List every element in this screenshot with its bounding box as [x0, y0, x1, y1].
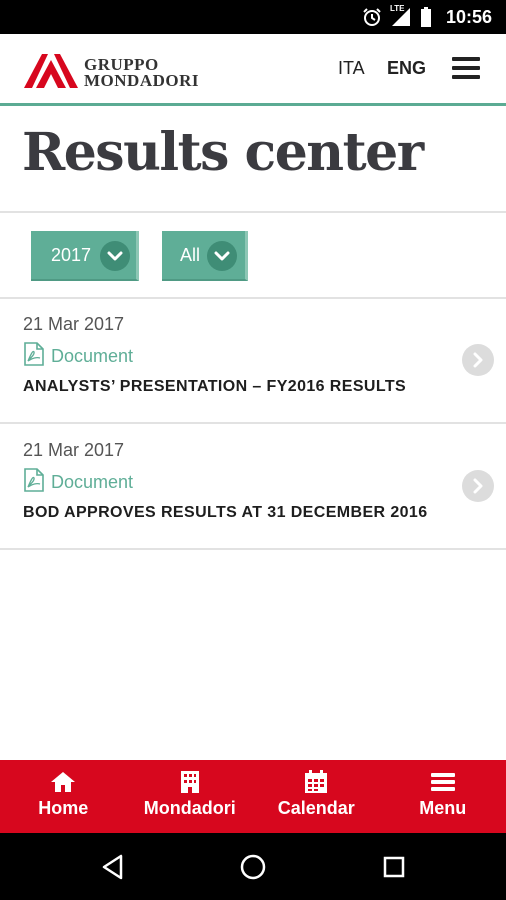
chevron-down-icon — [100, 241, 130, 271]
list-item[interactable]: 21 Mar 2017 Document ANALYSTS’ PRESENTAT… — [0, 298, 506, 424]
logo-mark-icon — [24, 52, 78, 93]
system-navigation-bar — [0, 833, 506, 900]
chevron-right-icon[interactable] — [462, 344, 494, 376]
chevron-right-icon[interactable] — [462, 470, 494, 502]
nav-home[interactable]: Home — [0, 760, 127, 833]
menu-icon — [430, 769, 455, 795]
pdf-document-icon — [23, 342, 51, 371]
language-ita[interactable]: ITA — [338, 58, 365, 79]
type-filter-dropdown[interactable]: All — [162, 231, 248, 281]
document-label: Document — [51, 472, 134, 492]
document-link[interactable]: Document — [23, 468, 133, 497]
nav-menu-label: Menu — [419, 798, 467, 818]
page-title: Results center — [22, 122, 424, 183]
logo-line-2: MONDADORI — [84, 70, 199, 90]
item-date: 21 Mar 2017 — [23, 440, 125, 460]
nav-home-label: Home — [38, 798, 89, 818]
item-title: BOD APPROVES RESULTS AT 31 DECEMBER 2016 — [23, 504, 428, 521]
nav-menu[interactable]: Menu — [380, 760, 506, 833]
divider — [0, 211, 506, 213]
document-link[interactable]: Document — [23, 342, 133, 371]
logo-text: GRUPPO MONDADORI — [84, 56, 199, 90]
item-date: 21 Mar 2017 — [23, 314, 125, 334]
nav-calendar-label: Calendar — [277, 798, 355, 818]
battery-icon — [420, 7, 432, 27]
status-icons: LTE 10:56 — [362, 0, 492, 34]
nav-mondadori-label: Mondadori — [143, 798, 236, 818]
year-filter-dropdown[interactable]: 2017 — [31, 231, 139, 281]
type-filter-value: All — [180, 244, 201, 265]
hamburger-icon[interactable] — [452, 57, 480, 81]
status-bar: LTE 10:56 — [0, 0, 506, 34]
app-header: GRUPPO MONDADORI ITA ENG — [0, 34, 506, 106]
list-item[interactable]: 21 Mar 2017 Document BOD APPROVES RESULT… — [0, 424, 506, 550]
chevron-down-icon — [207, 241, 237, 271]
nav-mondadori[interactable]: Mondadori — [127, 760, 254, 833]
home-icon — [50, 769, 76, 795]
mondadori-logo[interactable]: GRUPPO MONDADORI — [24, 52, 199, 93]
calendar-icon — [304, 769, 328, 795]
alarm-icon — [362, 7, 382, 27]
language-eng[interactable]: ENG — [387, 58, 426, 79]
year-filter-value: 2017 — [51, 244, 92, 265]
divider — [0, 548, 506, 550]
status-time: 10:56 — [445, 6, 492, 27]
item-title: ANALYSTS’ PRESENTATION – FY2016 RESULTS — [23, 378, 407, 395]
network-type: LTE — [389, 4, 405, 13]
document-label: Document — [51, 346, 134, 366]
pdf-document-icon — [23, 468, 51, 497]
building-icon — [180, 769, 200, 795]
bottom-navigation: Home Mondadori Calendar Menu — [0, 760, 506, 833]
back-icon[interactable] — [97, 851, 129, 883]
home-circle-icon[interactable] — [237, 851, 269, 883]
nav-calendar[interactable]: Calendar — [253, 760, 380, 833]
signal-icon: LTE — [389, 4, 412, 27]
recents-icon[interactable] — [378, 851, 410, 883]
